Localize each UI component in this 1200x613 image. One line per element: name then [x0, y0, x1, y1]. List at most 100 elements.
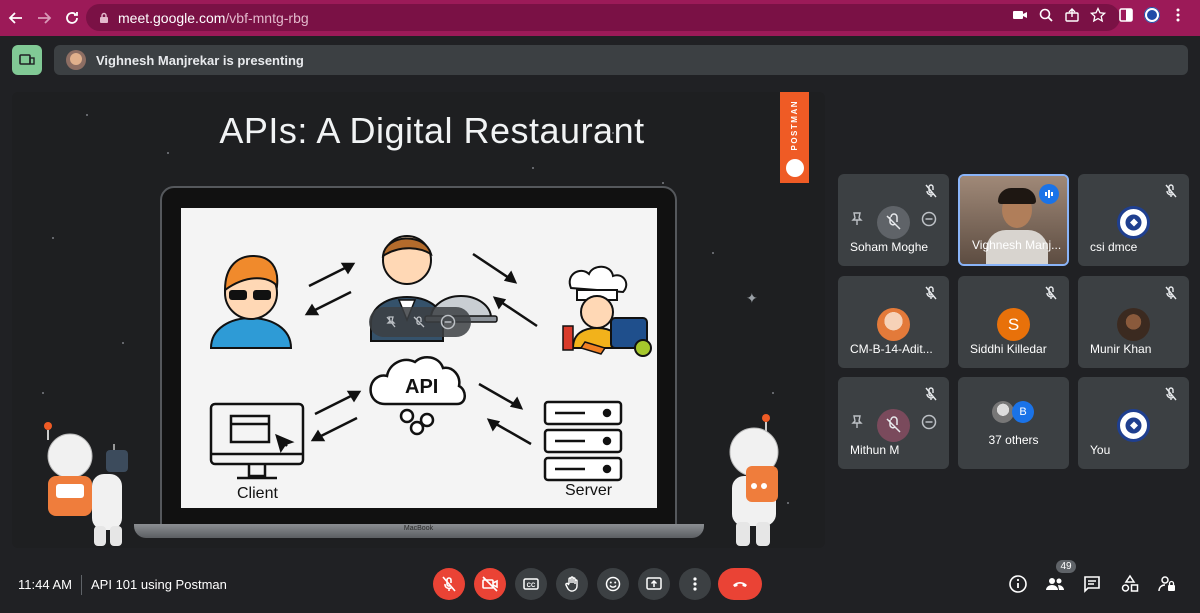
camera-toggle-button[interactable] — [474, 568, 506, 600]
share-icon[interactable] — [1064, 7, 1080, 23]
reactions-button[interactable] — [597, 568, 629, 600]
avatar: S — [997, 308, 1030, 341]
host-lock-icon — [1158, 576, 1175, 592]
participant-tile[interactable]: Soham Moghe — [838, 174, 949, 266]
reload-icon[interactable] — [60, 6, 84, 30]
profile-avatar[interactable] — [1144, 7, 1160, 23]
mic-off-icon — [925, 184, 937, 198]
people-icon — [1046, 578, 1064, 590]
presentation-hover-controls — [369, 307, 471, 337]
avatar — [877, 206, 910, 239]
postman-orbit-icon — [785, 158, 804, 177]
shared-screen[interactable]: APIs: A Digital Restaurant POSTMAN ✦ Mac… — [12, 92, 825, 548]
others-tile[interactable]: B 37 others — [958, 377, 1069, 469]
client-computer-icon — [209, 402, 305, 480]
url-host: meet.google.com — [118, 9, 226, 26]
remove-icon[interactable] — [921, 414, 937, 430]
customer-icon — [209, 254, 293, 349]
meeting-time: 11:44 AM — [18, 577, 72, 592]
url-path: /vbf-mntg-rbg — [225, 9, 309, 26]
meeting-title: API 101 using Postman — [91, 577, 227, 592]
self-tile[interactable]: You — [1078, 377, 1189, 469]
activities-icon — [1121, 574, 1139, 592]
zoom-icon[interactable] — [1038, 7, 1054, 23]
more-vert-icon — [693, 577, 697, 591]
participant-name: Siddhi Killedar — [970, 342, 1047, 356]
participant-tile[interactable]: Munir Khan — [1078, 276, 1189, 368]
address-bar[interactable]: meet.google.com/vbf-mntg-rbg — [86, 4, 1120, 31]
camera-off-icon — [482, 576, 498, 592]
participant-name: CM-B-14-Adit... — [850, 342, 933, 356]
remove-icon[interactable] — [440, 314, 456, 330]
camera-icon[interactable] — [1012, 7, 1028, 23]
avatar — [992, 401, 1014, 423]
chat-button[interactable] — [1081, 573, 1103, 595]
remove-icon[interactable] — [921, 211, 937, 227]
bookmark-star-icon[interactable] — [1090, 7, 1106, 23]
avatar — [877, 308, 910, 341]
participant-tile[interactable]: S Siddhi Killedar — [958, 276, 1069, 368]
mic-off-icon — [442, 576, 456, 592]
forward-icon[interactable] — [32, 6, 56, 30]
pin-icon[interactable] — [850, 212, 864, 226]
mic-off-icon — [925, 387, 937, 401]
svg-text:CC: CC — [527, 583, 536, 589]
closed-captions-icon: CC — [523, 578, 539, 590]
presenting-banner: Vighnesh Manjrekar is presenting — [54, 45, 1188, 75]
present-layout-icon — [19, 54, 35, 65]
layout-toggle-button[interactable] — [12, 45, 42, 75]
server-rack-icon — [543, 400, 623, 482]
participant-name: Mithun M — [850, 443, 900, 457]
info-icon — [1009, 575, 1027, 593]
others-count: 37 others — [988, 433, 1039, 447]
restaurant-diagram — [209, 235, 652, 482]
participant-tile-active-speaker[interactable]: Vighnesh Manj... — [958, 174, 1069, 266]
participant-tile[interactable]: Mithun M — [838, 377, 949, 469]
api-label: API — [405, 376, 439, 398]
lock-icon — [100, 12, 108, 23]
chat-icon — [1084, 576, 1100, 593]
postman-logo: POSTMAN — [780, 92, 809, 183]
emoji-icon — [605, 576, 621, 592]
meeting-details-button[interactable] — [1007, 573, 1029, 595]
sidepanel-icon[interactable] — [1118, 7, 1134, 23]
activities-button[interactable] — [1119, 573, 1141, 595]
back-icon[interactable] — [4, 6, 28, 30]
speaking-indicator-icon — [1039, 184, 1059, 204]
browser-toolbar: meet.google.com/vbf-mntg-rbg — [0, 0, 1200, 36]
participant-tile[interactable]: CM-B-14-Adit... — [838, 276, 949, 368]
slide-diagram: API Client Server — [181, 208, 657, 508]
participant-name: Vighnesh Manj... — [972, 238, 1062, 252]
hang-up-icon — [733, 582, 747, 587]
participant-tile[interactable]: csi dmce — [1078, 174, 1189, 266]
participant-name: You — [1090, 443, 1111, 457]
people-button[interactable] — [1044, 573, 1066, 595]
avatar — [1117, 308, 1150, 341]
present-screen-button[interactable] — [638, 568, 670, 600]
avatar: B — [1012, 401, 1034, 423]
chef-icon — [562, 265, 652, 357]
more-options-button[interactable] — [679, 568, 711, 600]
leave-call-button[interactable] — [718, 568, 762, 600]
participant-name: csi dmce — [1090, 240, 1138, 254]
captions-button[interactable]: CC — [515, 568, 547, 600]
mic-off-icon — [925, 286, 937, 300]
pin-icon[interactable] — [850, 415, 864, 429]
present-icon — [646, 577, 662, 590]
csi-logo-avatar — [1117, 206, 1150, 239]
server-label: Server — [565, 482, 613, 499]
mute-icon[interactable] — [412, 315, 426, 329]
presenter-avatar — [66, 50, 86, 70]
csi-logo-avatar — [1117, 409, 1150, 442]
participant-count-badge: 49 — [1056, 560, 1076, 573]
participant-name: Munir Khan — [1090, 342, 1152, 356]
postman-wordmark: POSTMAN — [790, 100, 799, 151]
microphone-toggle-button[interactable] — [433, 568, 465, 600]
avatar — [877, 409, 910, 442]
host-controls-button[interactable] — [1156, 573, 1178, 595]
more-menu-icon[interactable] — [1170, 7, 1186, 23]
unpin-icon[interactable] — [384, 315, 398, 329]
raise-hand-button[interactable] — [556, 568, 588, 600]
client-label: Client — [237, 485, 278, 502]
browser-actions — [1118, 7, 1186, 23]
